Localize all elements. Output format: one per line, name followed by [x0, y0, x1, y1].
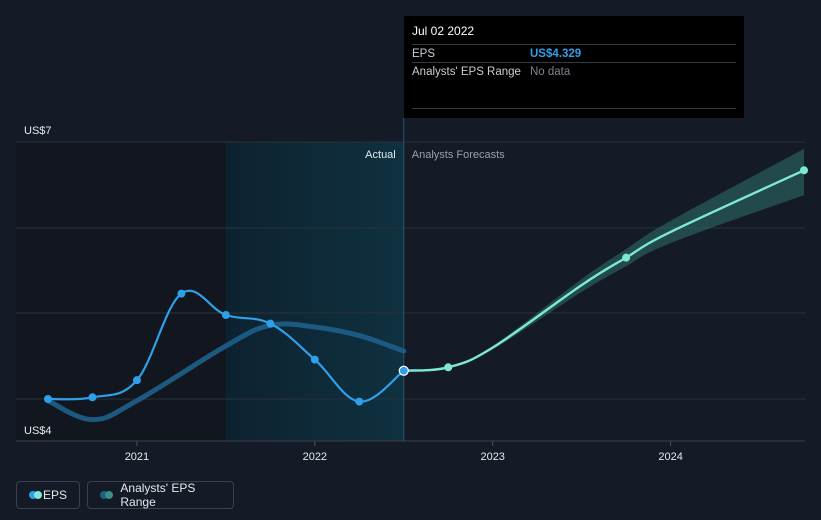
tooltip-eps-value: US$4.329 — [530, 47, 582, 60]
x-tick-label-0: 2021 — [125, 451, 149, 463]
legend-eps-label: EPS — [42, 488, 67, 502]
x-tick-label-2: 2023 — [480, 451, 504, 463]
tooltip-eps-row: EPS US$4.329 — [412, 44, 736, 62]
tooltip-range-value: No data — [530, 65, 571, 78]
hover-tooltip: Jul 02 2022 EPS US$4.329 Analysts' EPS R… — [404, 16, 744, 118]
y-axis-bottom-label: US$4 — [24, 425, 52, 437]
x-tick-label-3: 2024 — [658, 451, 682, 463]
forecast-range-band — [403, 148, 804, 371]
eps-swatch-icon — [29, 491, 42, 499]
tooltip-range-label: Analysts' EPS Range — [412, 65, 521, 78]
data-point-eps_forecast-11 — [800, 166, 808, 175]
legend-range-toggle[interactable]: Analysts' EPS Range — [87, 481, 234, 509]
actual-section-label: Actual — [365, 149, 396, 161]
data-point-eps_actual-5 — [266, 319, 275, 328]
data-point-eps_forecast-10 — [622, 253, 631, 262]
legend-eps-toggle[interactable]: EPS — [16, 481, 80, 509]
tooltip-range-row: Analysts' EPS Range No data — [412, 62, 736, 80]
data-point-eps_actual-4 — [221, 311, 230, 320]
legend-range-label: Analysts' EPS Range — [120, 481, 196, 509]
range-swatch-icon — [100, 491, 113, 499]
data-point-eps_actual-2 — [132, 376, 141, 385]
data-point-eps_actual-8 — [398, 365, 409, 376]
forecast-section-label: Analysts Forecasts — [412, 149, 505, 161]
tooltip-date: Jul 02 2022 — [412, 24, 475, 38]
tooltip-divider — [412, 108, 736, 109]
tooltip-eps-label: EPS — [412, 47, 436, 60]
data-point-eps_actual-1 — [88, 393, 97, 402]
data-point-eps_forecast-9 — [444, 363, 453, 372]
data-point-eps_actual-7 — [355, 397, 364, 406]
x-tick-label-1: 2022 — [303, 451, 327, 463]
data-point-eps_actual-0 — [44, 395, 52, 403]
data-point-eps_actual-3 — [177, 289, 186, 298]
y-axis-top-label: US$7 — [24, 125, 52, 137]
data-point-eps_actual-6 — [310, 355, 319, 364]
